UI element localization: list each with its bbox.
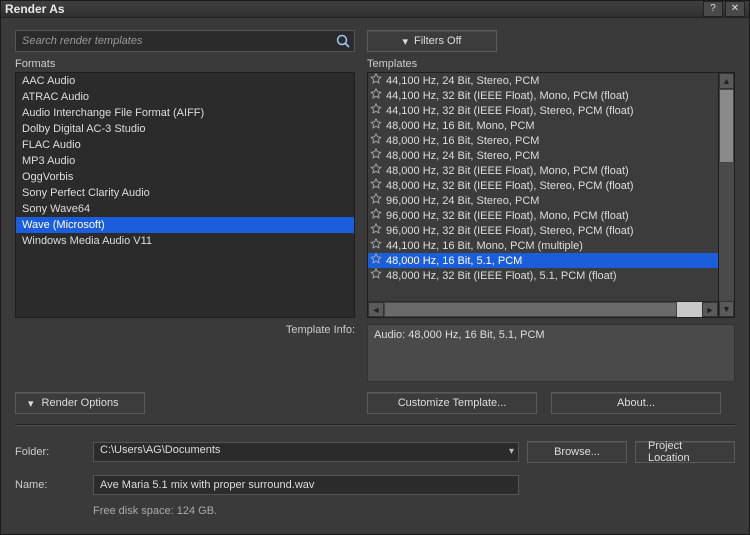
favorite-star-icon[interactable] [370, 118, 382, 133]
free-space-text: Free disk space: 124 GB. [93, 505, 735, 517]
format-item[interactable]: Windows Media Audio V11 [16, 233, 354, 249]
template-item[interactable]: 48,000 Hz, 32 Bit (IEEE Float), Stereo, … [368, 178, 718, 193]
name-input[interactable] [93, 475, 519, 495]
template-item[interactable]: 44,100 Hz, 32 Bit (IEEE Float), Stereo, … [368, 103, 718, 118]
vertical-scrollbar[interactable]: ▲ ▼ [719, 72, 735, 318]
template-item-label: 48,000 Hz, 16 Bit, Stereo, PCM [386, 135, 539, 147]
favorite-star-icon[interactable] [370, 268, 382, 283]
template-item-label: 48,000 Hz, 24 Bit, Stereo, PCM [386, 150, 539, 162]
format-item[interactable]: ATRAC Audio [16, 89, 354, 105]
format-item[interactable]: Sony Perfect Clarity Audio [16, 185, 354, 201]
render-options-button[interactable]: ▾ Render Options [15, 392, 145, 414]
template-info-label: Template Info: [15, 324, 355, 382]
favorite-star-icon[interactable] [370, 193, 382, 208]
template-item[interactable]: 48,000 Hz, 24 Bit, Stereo, PCM [368, 148, 718, 163]
template-item-label: 44,100 Hz, 24 Bit, Stereo, PCM [386, 75, 539, 87]
favorite-star-icon[interactable] [370, 88, 382, 103]
favorite-star-icon[interactable] [370, 148, 382, 163]
templates-list[interactable]: 44,100 Hz, 24 Bit, Stereo, PCM 44,100 Hz,… [367, 72, 719, 318]
template-info-text: Audio: 48,000 Hz, 16 Bit, 5.1, PCM [374, 329, 545, 341]
window-title: Render As [5, 2, 65, 16]
template-item-label: 44,100 Hz, 32 Bit (IEEE Float), Stereo, … [386, 105, 634, 117]
template-item[interactable]: 48,000 Hz, 16 Bit, Mono, PCM [368, 118, 718, 133]
favorite-star-icon[interactable] [370, 238, 382, 253]
templates-label: Templates [367, 58, 735, 70]
template-item-label: 96,000 Hz, 32 Bit (IEEE Float), Stereo, … [386, 225, 634, 237]
template-item-label: 48,000 Hz, 16 Bit, Mono, PCM [386, 120, 535, 132]
favorite-star-icon[interactable] [370, 208, 382, 223]
favorite-star-icon[interactable] [370, 73, 382, 88]
template-item[interactable]: 48,000 Hz, 32 Bit (IEEE Float), Mono, PC… [368, 163, 718, 178]
scroll-right-icon[interactable]: ► [702, 302, 718, 317]
template-item-label: 96,000 Hz, 32 Bit (IEEE Float), Mono, PC… [386, 210, 629, 222]
template-item-label: 48,000 Hz, 32 Bit (IEEE Float), 5.1, PCM… [386, 270, 616, 282]
render-options-label: Render Options [42, 397, 119, 409]
format-item[interactable]: Sony Wave64 [16, 201, 354, 217]
template-item-label: 96,000 Hz, 24 Bit, Stereo, PCM [386, 195, 539, 207]
favorite-star-icon[interactable] [370, 223, 382, 238]
format-item[interactable]: MP3 Audio [16, 153, 354, 169]
formats-label: Formats [15, 58, 355, 70]
template-info-box: Audio: 48,000 Hz, 16 Bit, 5.1, PCM [367, 324, 735, 382]
folder-combo[interactable]: C:\Users\AG\Documents ▾ [93, 442, 519, 462]
formats-list[interactable]: AAC AudioATRAC AudioAudio Interchange Fi… [15, 72, 355, 318]
name-label: Name: [15, 479, 85, 491]
chevron-down-icon: ▾ [28, 397, 34, 410]
chevron-down-icon: ▾ [509, 446, 514, 457]
template-item-label: 44,100 Hz, 32 Bit (IEEE Float), Mono, PC… [386, 90, 629, 102]
filters-label: Filters Off [414, 35, 461, 47]
format-item[interactable]: FLAC Audio [16, 137, 354, 153]
favorite-star-icon[interactable] [370, 178, 382, 193]
browse-button[interactable]: Browse... [527, 441, 627, 463]
favorite-star-icon[interactable] [370, 103, 382, 118]
template-item[interactable]: 48,000 Hz, 16 Bit, Stereo, PCM [368, 133, 718, 148]
folder-value: C:\Users\AG\Documents [100, 444, 220, 456]
divider [15, 424, 735, 425]
template-item[interactable]: 96,000 Hz, 32 Bit (IEEE Float), Mono, PC… [368, 208, 718, 223]
format-item[interactable]: Wave (Microsoft) [16, 217, 354, 233]
scroll-up-icon[interactable]: ▲ [719, 73, 734, 89]
horizontal-scrollbar[interactable]: ◄ ► [368, 301, 718, 317]
scroll-down-icon[interactable]: ▼ [719, 301, 734, 317]
format-item[interactable]: AAC Audio [16, 73, 354, 89]
title-bar: Render As ? ✕ [1, 1, 749, 18]
search-icon[interactable] [335, 33, 351, 49]
about-button[interactable]: About... [551, 392, 721, 414]
favorite-star-icon[interactable] [370, 133, 382, 148]
template-item-label: 48,000 Hz, 32 Bit (IEEE Float), Mono, PC… [386, 165, 629, 177]
template-item[interactable]: 44,100 Hz, 32 Bit (IEEE Float), Mono, PC… [368, 88, 718, 103]
template-item[interactable]: 96,000 Hz, 24 Bit, Stereo, PCM [368, 193, 718, 208]
format-item[interactable]: Audio Interchange File Format (AIFF) [16, 105, 354, 121]
template-item[interactable]: 44,100 Hz, 16 Bit, Mono, PCM (multiple) [368, 238, 718, 253]
project-location-button[interactable]: Project Location [635, 441, 735, 463]
scroll-left-icon[interactable]: ◄ [368, 302, 384, 317]
folder-label: Folder: [15, 446, 85, 458]
format-item[interactable]: OggVorbis [16, 169, 354, 185]
format-item[interactable]: Dolby Digital AC-3 Studio [16, 121, 354, 137]
template-item-label: 48,000 Hz, 16 Bit, 5.1, PCM [386, 255, 522, 267]
favorite-star-icon[interactable] [370, 163, 382, 178]
favorite-star-icon[interactable] [370, 253, 382, 268]
template-item[interactable]: 44,100 Hz, 24 Bit, Stereo, PCM [368, 73, 718, 88]
template-item[interactable]: 48,000 Hz, 32 Bit (IEEE Float), 5.1, PCM… [368, 268, 718, 283]
search-input[interactable] [15, 30, 355, 52]
template-item[interactable]: 48,000 Hz, 16 Bit, 5.1, PCM [368, 253, 718, 268]
close-button[interactable]: ✕ [725, 1, 745, 17]
template-item-label: 48,000 Hz, 32 Bit (IEEE Float), Stereo, … [386, 180, 634, 192]
template-item[interactable]: 96,000 Hz, 32 Bit (IEEE Float), Stereo, … [368, 223, 718, 238]
template-item-label: 44,100 Hz, 16 Bit, Mono, PCM (multiple) [386, 240, 583, 252]
chevron-down-icon: ▾ [402, 35, 408, 48]
customize-template-button[interactable]: Customize Template... [367, 392, 537, 414]
help-button[interactable]: ? [703, 1, 723, 17]
render-as-dialog: Render As ? ✕ ▾ Filters Off Formats AAC … [0, 0, 750, 535]
filters-button[interactable]: ▾ Filters Off [367, 30, 497, 52]
